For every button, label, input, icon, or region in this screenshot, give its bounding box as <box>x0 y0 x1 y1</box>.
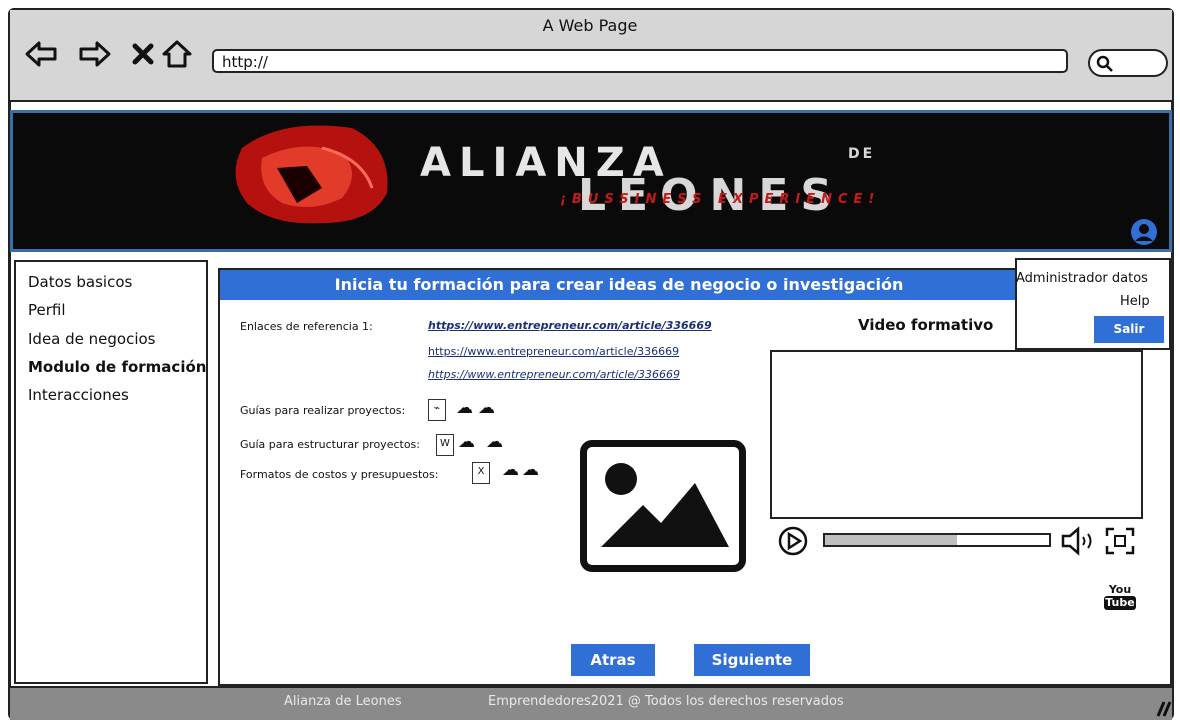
next-button[interactable]: Siguiente <box>694 644 810 676</box>
guides-label: Guías para realizar proyectos: <box>240 404 406 417</box>
youtube-label-tube: Tube <box>1104 596 1136 610</box>
reference-link-1[interactable]: https://www.entrepreneur.com/article/336… <box>428 319 712 332</box>
sidebar-item-datos-basicos[interactable]: Datos basicos <box>28 273 132 291</box>
lion-logo-image <box>235 125 388 224</box>
banner-title-de: DE <box>848 146 876 162</box>
sidebar <box>14 260 208 684</box>
video-title: Video formativo <box>858 316 994 334</box>
cloud-download-icon[interactable]: ☁ <box>458 434 475 451</box>
back-button[interactable]: Atras <box>571 644 655 676</box>
user-icon[interactable] <box>1130 218 1158 246</box>
home-icon[interactable] <box>160 37 194 71</box>
costs-label: Formatos de costos y presupuestos: <box>240 468 439 481</box>
youtube-label-you: You <box>1108 583 1132 596</box>
cloud-download-icon[interactable]: ☁ <box>502 462 519 479</box>
admin-title[interactable]: Administrador datos <box>1016 271 1148 286</box>
footer-copyright: Emprendedores2021 @ Todos los derechos r… <box>488 694 844 709</box>
word-icon[interactable]: W <box>436 434 454 456</box>
logout-button[interactable]: Salir <box>1094 316 1164 343</box>
image-placeholder <box>580 440 746 572</box>
banner-tagline: ¡BUSSINESS EXPERIENCE! <box>560 192 881 207</box>
arrow-left-icon[interactable] <box>24 37 58 71</box>
footer-brand: Alianza de Leones <box>284 694 402 709</box>
volume-icon[interactable] <box>1060 526 1100 556</box>
sidebar-item-idea-negocios[interactable]: Idea de negocios <box>28 330 156 348</box>
video-progress-fill <box>825 535 958 545</box>
youtube-icon[interactable]: You Tube <box>1104 584 1136 610</box>
close-icon[interactable] <box>126 37 160 71</box>
window-title: A Web Page <box>542 16 638 35</box>
image-icon <box>601 463 729 547</box>
url-input[interactable]: http:// <box>212 49 1068 73</box>
cloud-download-icon[interactable]: ☁ <box>478 400 495 417</box>
fullscreen-icon[interactable] <box>1104 526 1136 556</box>
reference-link-2[interactable]: https://www.entrepreneur.com/article/336… <box>428 345 679 358</box>
pdf-icon[interactable]: ⌁ <box>428 399 446 421</box>
cloud-download-icon[interactable]: ☁ <box>486 434 503 451</box>
page-title: Inicia tu formación para crear ideas de … <box>220 270 1018 300</box>
help-link[interactable]: Help <box>1120 294 1150 309</box>
structure-label: Guía para estructurar proyectos: <box>240 438 420 451</box>
links-label: Enlaces de referencia 1: <box>240 320 373 333</box>
cloud-download-icon[interactable]: ☁ <box>456 400 473 417</box>
excel-icon[interactable]: X <box>472 462 490 484</box>
sidebar-item-perfil[interactable]: Perfil <box>28 301 66 319</box>
cloud-download-icon[interactable]: ☁ <box>522 462 539 479</box>
arrow-right-icon[interactable] <box>78 37 112 71</box>
search-icon <box>1096 55 1113 72</box>
sidebar-item-interacciones[interactable]: Interacciones <box>28 386 129 404</box>
resize-handle-icon[interactable] <box>1152 700 1172 718</box>
reference-link-3[interactable]: https://www.entrepreneur.com/article/336… <box>428 368 680 381</box>
search-input[interactable] <box>1088 49 1168 77</box>
play-icon[interactable] <box>778 526 808 556</box>
sidebar-item-modulo-formacion[interactable]: Modulo de formación <box>28 358 206 376</box>
